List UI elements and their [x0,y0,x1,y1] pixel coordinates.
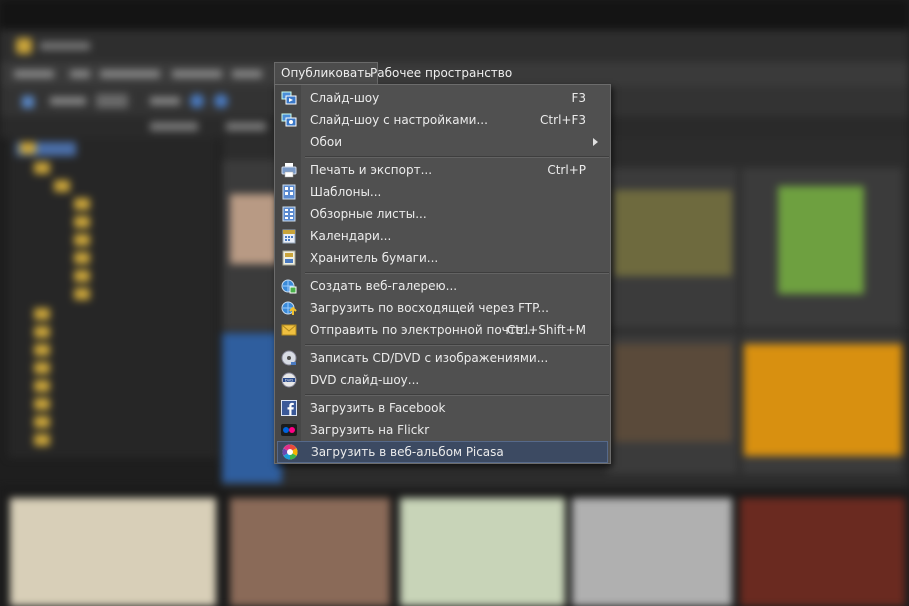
menu-item-label: Обзорные листы... [310,207,427,221]
slideshow-icon [281,90,297,106]
menu-item-upload-facebook[interactable]: Загрузить в Facebook [277,397,608,419]
menu-item-calendars[interactable]: Календари... [277,225,608,247]
app-title-blur [40,42,90,50]
menu-item-slideshow-settings[interactable]: Слайд-шоу с настройками... Ctrl+F3 [277,109,608,131]
menu-item-label: Записать CD/DVD с изображениями... [310,351,549,365]
menu-separator [305,344,609,346]
menu-item-upload-flickr[interactable]: Загрузить на Flickr [277,419,608,441]
menu-item-label: Отправить по электронной почте... [310,323,535,337]
window-titlebar [0,0,909,30]
web-gallery-icon [281,278,297,294]
templates-icon [281,184,297,200]
menu-separator [305,394,609,396]
app-header-bar [0,30,909,62]
menu-item-wallpaper[interactable]: Обои [277,131,608,153]
svg-text:DVD: DVD [285,378,294,383]
contact-sheets-icon [281,206,297,222]
flickr-icon [281,422,297,438]
menu-separator [305,156,609,158]
paper-saver-icon [281,250,297,266]
menu-item-label: Календари... [310,229,392,243]
menu-item-paper-saver[interactable]: Хранитель бумаги... [277,247,608,269]
menu-item-label: Загрузить на Flickr [310,423,430,437]
menu-item-label: Слайд-шоу [310,91,380,105]
picasa-icon [282,444,298,460]
menu-item-shortcut: Ctrl+P [547,163,586,177]
publish-dropdown-menu: Слайд-шоу F3 Слайд-шоу с настройками... … [274,84,611,464]
menu-item-dvd-slideshow[interactable]: DVD DVD слайд-шоу... [277,369,608,391]
menu-item-label: Шаблоны... [310,185,382,199]
menu-separator [305,272,609,274]
app-logo-icon [16,38,32,54]
menu-item-print-export[interactable]: Печать и экспорт... Ctrl+P [277,159,608,181]
facebook-icon [281,400,297,416]
menu-item-label: Создать веб-галерею... [310,279,458,293]
ftp-upload-icon [281,300,297,316]
menu-item-shortcut: F3 [571,91,586,105]
menu-item-slideshow[interactable]: Слайд-шоу F3 [277,87,608,109]
folder-tree-panel [8,138,218,458]
menu-item-templates[interactable]: Шаблоны... [277,181,608,203]
menu-item-ftp-upload[interactable]: Загрузить по восходящей через FTP... [277,297,608,319]
menu-item-contact-sheets[interactable]: Обзорные листы... [277,203,608,225]
menu-item-label: Загрузить по восходящей через FTP... [310,301,549,315]
menu-item-label: Загрузить в веб-альбом Picasa [311,445,504,459]
menu-item-label: Слайд-шоу с настройками... [310,113,488,127]
menu-item-create-web-gallery[interactable]: Создать веб-галерею... [277,275,608,297]
menu-item-label: Печать и экспорт... [310,163,433,177]
menu-publish[interactable]: Опубликовать [274,62,379,84]
menu-item-shortcut: Ctrl+F3 [540,113,586,127]
menu-item-label: DVD слайд-шоу... [310,373,420,387]
menu-workspace[interactable]: Рабочее пространство [364,63,518,84]
submenu-arrow-icon [593,138,598,146]
menu-item-label: Хранитель бумаги... [310,251,439,265]
disc-burn-icon [281,350,297,366]
calendar-icon [281,228,297,244]
email-envelope-icon [281,322,297,338]
printer-icon [281,162,297,178]
dvd-icon: DVD [281,372,297,388]
menu-item-shortcut: Ctrl+Shift+M [506,323,586,337]
menu-item-send-email[interactable]: Отправить по электронной почте... Ctrl+S… [277,319,608,341]
menu-item-label: Загрузить в Facebook [310,401,446,415]
slideshow-settings-icon [281,112,297,128]
menu-item-burn-disc[interactable]: Записать CD/DVD с изображениями... [277,347,608,369]
menu-item-upload-picasa[interactable]: Загрузить в веб-альбом Picasa [277,441,608,463]
menu-item-label: Обои [310,135,342,149]
